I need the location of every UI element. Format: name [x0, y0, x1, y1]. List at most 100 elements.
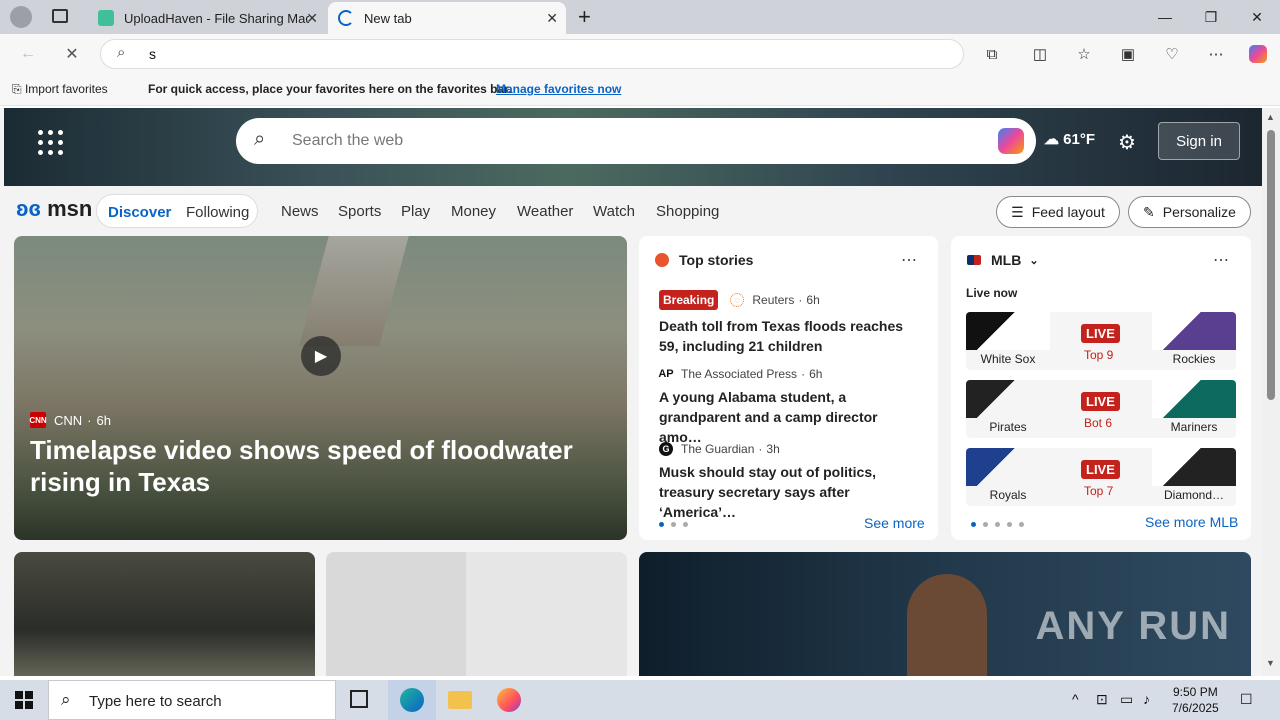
story-age: 6h [809, 367, 823, 381]
network-icon[interactable]: ▭ [1120, 691, 1133, 708]
windows-taskbar: ⌕ Type here to search ^ ⊡ ▭ ♪ 9:50 PM 7/… [0, 680, 1280, 720]
scroll-up-icon[interactable]: ▲ [1266, 112, 1275, 122]
see-more-mlb-link[interactable]: See more MLB [1145, 514, 1238, 530]
firefox-icon[interactable] [497, 688, 521, 712]
search-icon: ⌕ [254, 128, 266, 150]
import-icon: ⎘ [12, 82, 25, 96]
volume-icon[interactable]: ♪ [1143, 691, 1150, 707]
story-card-placeholder[interactable] [326, 552, 627, 676]
chevron-down-icon[interactable]: ⌄ [1029, 254, 1038, 267]
search-placeholder: Search the web [292, 132, 404, 149]
nav-money[interactable]: Money [451, 203, 496, 220]
split-screen-icon[interactable]: ◫ [1026, 42, 1054, 66]
chevron-up-icon[interactable]: ^ [1072, 691, 1079, 707]
tab-new-tab[interactable]: New tab ✕ [328, 2, 566, 34]
minimize-button[interactable]: — [1142, 0, 1188, 34]
nav-play[interactable]: Play [401, 203, 430, 220]
top-stories-header[interactable]: Top stories [655, 252, 753, 268]
carousel-pager[interactable] [659, 522, 688, 527]
edge-taskbar-icon[interactable] [388, 680, 436, 720]
close-window-button[interactable]: ✕ [1234, 0, 1280, 34]
story-age: 3h [766, 442, 780, 456]
msn-logo[interactable]: ʚɞ msn [16, 196, 92, 222]
more-options-icon[interactable]: ⋯ [901, 250, 918, 270]
personalize-button[interactable]: ✎ Personalize [1128, 196, 1251, 228]
settings-gear-icon[interactable]: ⚙ [1118, 130, 1136, 155]
mariners-logo-icon [1152, 380, 1236, 418]
story-item[interactable]: AP The Associated Press · 6h A young Alabam… [658, 367, 919, 447]
web-search-box[interactable]: ⌕ Search the web [236, 118, 1036, 164]
copilot-search-icon[interactable] [998, 128, 1024, 154]
tab-uploadhaven[interactable]: UploadHaven - File Sharing Made ✕ [88, 2, 326, 34]
nav-shopping[interactable]: Shopping [656, 203, 719, 220]
more-options-icon[interactable]: ⋯ [1202, 42, 1230, 66]
mlb-header[interactable]: MLB ⌄ [967, 252, 1039, 268]
search-icon: ⌕ [61, 690, 71, 709]
start-button[interactable] [0, 680, 48, 720]
nav-watch[interactable]: Watch [593, 203, 635, 220]
msn-navigation: ʚɞ msn Discover Following News Sports Pl… [0, 188, 1262, 234]
nav-news[interactable]: News [281, 203, 319, 220]
carousel-pager[interactable] [971, 522, 1024, 527]
favorites-star-icon[interactable]: ☆ [1070, 42, 1098, 66]
feed-layout-label: Feed layout [1031, 204, 1105, 220]
game-item[interactable]: Pirates Mariners LIVE Bot 6 [966, 380, 1236, 438]
collections-icon[interactable]: ▣ [1114, 42, 1142, 66]
more-options-icon[interactable]: ⋯ [1213, 250, 1230, 270]
tab-discover[interactable]: Discover [108, 204, 171, 221]
main-story-title[interactable]: Timelapse video shows speed of floodwate… [30, 434, 610, 498]
browser-essentials-icon[interactable]: ♡ [1158, 42, 1186, 66]
story-item[interactable]: G The Guardian · 3h Musk should stay out of… [659, 442, 919, 522]
taskbar-clock[interactable]: 9:50 PM 7/6/2025 [1172, 684, 1219, 716]
scroll-down-icon[interactable]: ▼ [1266, 658, 1275, 668]
play-icon[interactable]: ▶ [301, 336, 341, 376]
source-name: Reuters [752, 293, 795, 307]
stop-loading-button[interactable]: ✕ [58, 42, 86, 66]
sign-in-button[interactable]: Sign in [1158, 122, 1240, 160]
new-tab-button[interactable]: + [578, 4, 591, 30]
page-scrollbar[interactable]: ▲ ▼ [1262, 108, 1280, 676]
game-item[interactable]: Royals Diamond… LIVE Top 7 [966, 448, 1236, 506]
app-launcher-icon[interactable] [38, 130, 64, 156]
story-image [299, 236, 409, 346]
rockies-logo-icon [1152, 312, 1236, 350]
main-story-card[interactable]: ▶ CNN CNN · 6h Timelapse video shows spe… [14, 236, 627, 540]
file-explorer-icon[interactable] [448, 691, 472, 709]
manage-favorites-link[interactable]: Manage favorites now [496, 82, 621, 96]
restore-button[interactable]: ❐ [1188, 0, 1234, 34]
weather-widget[interactable]: ☁ 61°F [1044, 130, 1095, 148]
import-favorites-button[interactable]: ⎘ Import favorites [12, 82, 108, 97]
tab-actions-icon[interactable] [52, 9, 68, 23]
tab-following[interactable]: Following [186, 204, 249, 221]
taskbar-search-placeholder: Type here to search [89, 693, 222, 710]
cloud-icon: ☁ [1044, 131, 1064, 148]
close-tab-icon[interactable]: ✕ [306, 10, 318, 27]
extensions-icon[interactable]: ⧉ [978, 42, 1006, 66]
feed-layout-button[interactable]: ☰ Feed layout [996, 196, 1120, 228]
copilot-icon[interactable] [1244, 42, 1272, 66]
story-card-image[interactable]: ANY RUN [639, 552, 1251, 676]
back-button[interactable]: ← [14, 42, 42, 66]
notifications-icon[interactable]: ☐ [1240, 691, 1253, 708]
address-bar[interactable]: ⌕ s [100, 39, 964, 69]
nav-sports[interactable]: Sports [338, 203, 381, 220]
msn-logo-text: msn [47, 196, 93, 221]
msn-butterfly-icon: ʚɞ [16, 196, 41, 221]
profile-icon[interactable] [10, 6, 32, 28]
device-icon[interactable]: ⊡ [1096, 691, 1108, 708]
nav-weather[interactable]: Weather [517, 203, 573, 220]
task-view-icon[interactable] [350, 690, 368, 708]
cnn-logo-icon: CNN [29, 412, 47, 428]
address-input[interactable]: s [149, 46, 156, 62]
story-card-image[interactable] [14, 552, 315, 676]
story-item[interactable]: Breaking ◌ Reuters · 6h Death toll from Texa… [659, 290, 919, 356]
game-item[interactable]: White Sox Rockies LIVE Top 9 [966, 312, 1236, 370]
game-inning: Top 7 [1084, 484, 1114, 498]
close-tab-icon[interactable]: ✕ [546, 10, 558, 27]
diamondbacks-logo-icon [1152, 448, 1236, 486]
team-name: White Sox [980, 352, 1036, 366]
scroll-thumb[interactable] [1267, 130, 1275, 400]
taskbar-search-box[interactable]: ⌕ Type here to search [48, 680, 336, 720]
source-name: CNN [54, 412, 83, 428]
see-more-link[interactable]: See more [864, 515, 925, 531]
